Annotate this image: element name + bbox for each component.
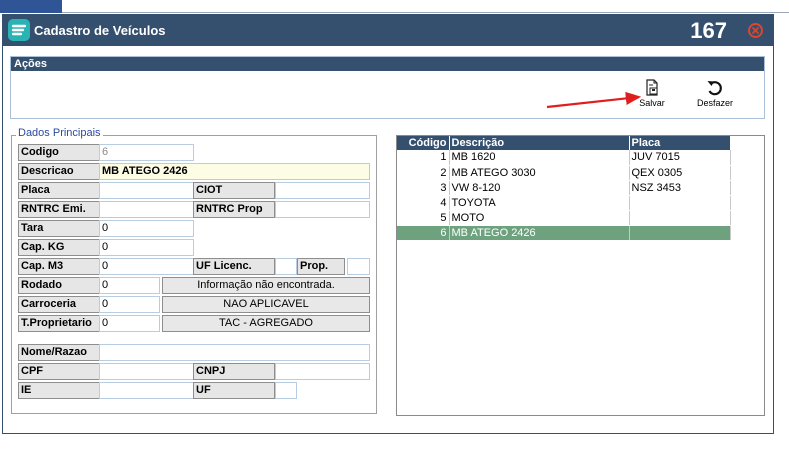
table-row[interactable]: 5 MOTO [397, 210, 731, 226]
tara-field[interactable]: 0 [99, 220, 194, 237]
rodado-label: Rodado [18, 277, 100, 294]
column-header-codigo[interactable]: Código [397, 136, 450, 150]
cell-descricao: MB ATEGO 3030 [449, 165, 630, 181]
save-label: Salvar [639, 98, 665, 108]
cell-descricao: TOYOTA [449, 195, 630, 211]
rntrc-emi-label: RNTRC Emi. [18, 201, 100, 218]
descricao-field[interactable]: MB ATEGO 2426 [99, 163, 370, 180]
cell-descricao: MOTO [449, 210, 630, 226]
cap-m3-field[interactable]: 0 [99, 258, 194, 275]
cpf-label: CPF [18, 363, 100, 380]
ie-field[interactable] [99, 382, 194, 399]
table-row[interactable]: 3 VW 8-120 NSZ 3453 [397, 180, 731, 196]
cell-descricao: MB ATEGO 2426 [449, 225, 630, 241]
undo-label: Desfazer [696, 98, 733, 108]
rodado-description[interactable]: Informação não encontrada. [162, 277, 370, 294]
cell-codigo: 5 [397, 210, 450, 226]
ie-label: IE [18, 382, 100, 399]
nome-razao-label: Nome/Razao [18, 344, 100, 361]
vehicle-register-window: Cadastro de Veículos 167 Ações Salvar De… [2, 14, 774, 434]
rntrc-prop-label: RNTRC Prop [193, 201, 275, 218]
cap-kg-label: Cap. KG [18, 239, 100, 256]
actions-header: Ações [11, 57, 764, 71]
app-logo-icon [8, 19, 30, 41]
rntrc-prop-field[interactable] [275, 201, 370, 218]
ciot-field[interactable] [275, 182, 370, 199]
cnpj-label: CNPJ [193, 363, 275, 380]
uf-licenc-label: UF Licenc. [193, 258, 275, 275]
cell-codigo: 4 [397, 195, 450, 211]
actions-panel: Ações Salvar Desfazer [10, 56, 765, 119]
cpf-field[interactable] [99, 363, 194, 380]
carroceria-label: Carroceria [18, 296, 100, 313]
cell-codigo: 6 [397, 225, 450, 241]
undo-button[interactable]: Desfazer [693, 79, 737, 113]
vehicles-table: Código Descrição Placa 1 MB 1620 JUV 701… [397, 136, 731, 241]
cap-m3-label: Cap. M3 [18, 258, 100, 275]
save-button[interactable]: Salvar [630, 79, 674, 113]
uf-licenc-field[interactable] [275, 258, 297, 275]
cell-placa: NSZ 3453 [629, 180, 731, 196]
placa-field[interactable] [99, 182, 194, 199]
top-divider [62, 12, 789, 13]
rodado-field[interactable]: 0 [99, 277, 160, 294]
t-proprietario-field[interactable]: 0 [99, 315, 160, 332]
cell-placa [629, 195, 731, 211]
title-bar[interactable]: Cadastro de Veículos 167 [3, 15, 773, 46]
table-row[interactable]: 1 MB 1620 JUV 7015 [397, 150, 731, 166]
save-document-icon [630, 79, 674, 97]
table-row[interactable]: 4 TOYOTA [397, 195, 731, 211]
top-left-bar [0, 0, 62, 13]
nome-razao-field[interactable] [99, 344, 370, 361]
ciot-label: CIOT [193, 182, 275, 199]
table-row-selected[interactable]: 6 MB ATEGO 2426 [397, 225, 731, 241]
cell-codigo: 3 [397, 180, 450, 196]
prop-label: Prop. [297, 258, 345, 275]
record-number: 167 [690, 18, 727, 43]
prop-field[interactable] [347, 258, 370, 275]
cell-placa [629, 225, 731, 241]
cell-placa: JUV 7015 [629, 150, 731, 166]
placa-label: Placa [18, 182, 100, 199]
cap-kg-field[interactable]: 0 [99, 239, 194, 256]
close-icon[interactable] [748, 23, 763, 38]
descricao-label: Descricao [18, 163, 100, 180]
cell-placa: QEX 0305 [629, 165, 731, 181]
window-title: Cadastro de Veículos [34, 23, 166, 38]
vehicles-grid[interactable]: Código Descrição Placa 1 MB 1620 JUV 701… [396, 135, 765, 416]
column-header-placa[interactable]: Placa [629, 136, 731, 150]
rntrc-emi-field[interactable] [99, 201, 194, 218]
cell-descricao: VW 8-120 [449, 180, 630, 196]
cnpj-field[interactable] [275, 363, 370, 380]
t-proprietario-description[interactable]: TAC - AGREGADO [162, 315, 370, 332]
codigo-field[interactable]: 6 [99, 144, 194, 161]
grid-header-row: Código Descrição Placa [397, 136, 731, 150]
cell-descricao: MB 1620 [449, 150, 630, 166]
cell-codigo: 2 [397, 165, 450, 181]
codigo-label: Codigo [18, 144, 100, 161]
uf-label: UF [193, 382, 275, 399]
tara-label: Tara [18, 220, 100, 237]
cell-codigo: 1 [397, 150, 450, 166]
carroceria-description[interactable]: NAO APLICAVEL [162, 296, 370, 313]
cell-placa [629, 210, 731, 226]
main-data-legend: Dados Principais [16, 127, 103, 139]
t-proprietario-label: T.Proprietario [18, 315, 100, 332]
column-header-descricao[interactable]: Descrição [449, 136, 630, 150]
undo-icon [693, 79, 737, 97]
table-row[interactable]: 2 MB ATEGO 3030 QEX 0305 [397, 165, 731, 181]
uf-field[interactable] [275, 382, 297, 399]
carroceria-field[interactable]: 0 [99, 296, 160, 313]
